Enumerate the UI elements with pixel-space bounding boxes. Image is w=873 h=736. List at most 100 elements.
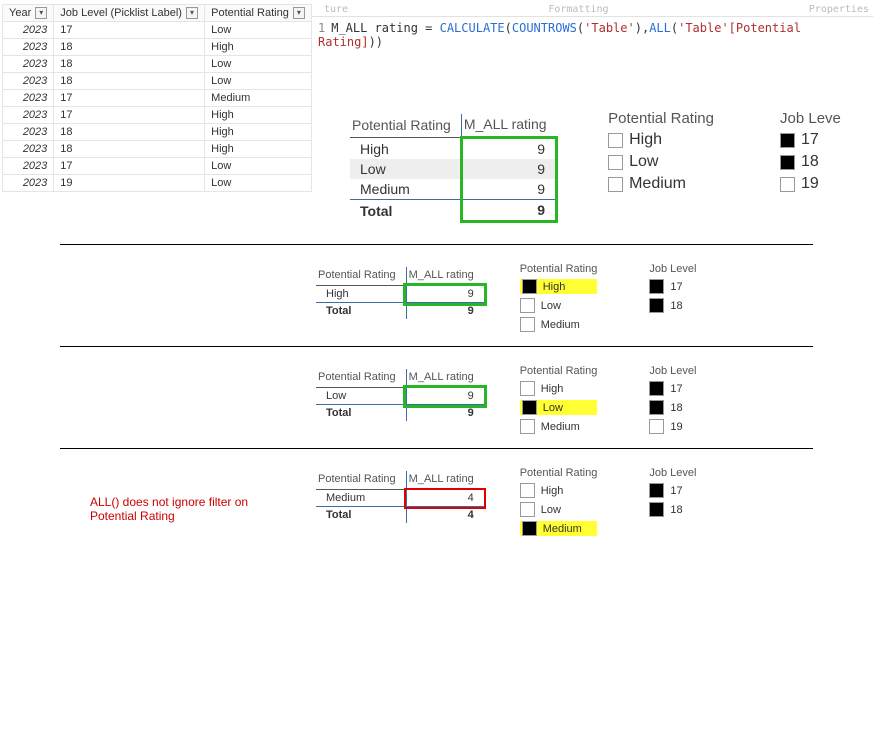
checkbox-icon[interactable] [520,381,535,396]
checkbox-icon[interactable] [649,483,664,498]
slicer-option[interactable]: 17 [649,381,696,396]
dropdown-icon[interactable]: ▾ [35,7,47,19]
table-row[interactable]: 202317Low [3,22,312,39]
checkbox-icon[interactable] [520,502,535,517]
slicer-option[interactable]: High [520,381,598,396]
checkbox-icon[interactable] [522,400,537,415]
dropdown-icon[interactable]: ▾ [186,7,198,19]
matrix-row-value: 9 [461,179,556,200]
slicer-potential-rating-medium[interactable]: Potential Rating HighLowMedium [520,467,598,540]
checkbox-icon[interactable] [520,298,535,313]
cell-year: 2023 [3,22,54,39]
slicer-potential-rating[interactable]: Potential Rating HighLowMedium [608,110,714,197]
slicer-option[interactable]: Low [608,153,714,171]
checkbox-icon[interactable] [649,279,664,294]
slicer-option[interactable]: Low [520,502,598,517]
checkbox-icon[interactable] [520,483,535,498]
checkbox-icon[interactable] [649,502,664,517]
slicer-title: Job Level [649,263,696,275]
table-row[interactable]: 202317High [3,107,312,124]
dropdown-icon[interactable]: ▾ [293,7,305,19]
col-header-year[interactable]: Year▾ [3,5,54,22]
checkbox-icon[interactable] [780,155,795,170]
slicer-option-label: 17 [670,485,682,497]
checkbox-icon[interactable] [780,177,795,192]
slicer-option[interactable]: High [520,279,598,294]
checkbox-icon[interactable] [608,155,623,170]
matrix-total-value: 9 [406,303,484,320]
slicer-option[interactable]: Medium [520,521,598,536]
slicer-option-label: 17 [670,383,682,395]
matrix-header-value: M_ALL rating [461,114,556,138]
slicer-option-label: Low [541,504,561,516]
slicer-option-label: High [541,383,564,395]
slicer-option-label: 19 [670,421,682,433]
slicer-option[interactable]: 17 [649,483,696,498]
col-header-pot[interactable]: Potential Rating▾ [205,5,312,22]
table-row[interactable]: 202318Low [3,73,312,90]
matrix-row-label: High [316,286,406,303]
cell-job: 18 [54,56,205,73]
slicer-job-level-high[interactable]: Job Level 17 18 [649,263,696,317]
table-row[interactable]: 202318High [3,39,312,56]
checkbox-icon[interactable] [649,419,664,434]
slicer-option[interactable]: 18 [649,298,696,313]
cell-pot: High [205,39,312,56]
slicer-option[interactable]: High [520,483,598,498]
checkbox-icon[interactable] [522,521,537,536]
slicer-title: Job Level [649,365,696,377]
slicer-option[interactable]: 18 [649,400,696,415]
formula-lhs: M_ALL rating = [331,21,439,35]
cell-job: 18 [54,73,205,90]
matrix-low: Potential RatingM_ALL rating Low9 Total9 [316,369,484,421]
slicer-option[interactable]: 17 [780,131,841,149]
checkbox-icon[interactable] [608,133,623,148]
annotation-note: ALL() does not ignore filter on Potentia… [90,495,280,523]
matrix-total-label: Total [350,200,461,222]
checkbox-icon[interactable] [522,279,537,294]
cell-job: 17 [54,107,205,124]
checkbox-icon[interactable] [608,177,623,192]
table-row[interactable]: 202318High [3,124,312,141]
slicer-option[interactable]: Low [520,400,598,415]
checkbox-icon[interactable] [649,400,664,415]
slicer-option[interactable]: Low [520,298,598,313]
slicer-potential-rating-high[interactable]: Potential Rating HighLowMedium [520,263,598,336]
checkbox-icon[interactable] [520,419,535,434]
slicer-potential-rating-low[interactable]: Potential Rating High Low Medium [520,365,598,438]
slicer-job-level-medium[interactable]: Job Level 1718 [649,467,696,521]
slicer-option[interactable]: Medium [520,419,598,434]
slicer-option[interactable]: Medium [608,175,714,193]
slicer-option[interactable]: 17 [649,279,696,294]
table-row[interactable]: 202317Medium [3,90,312,107]
matrix-total-value: 4 [406,507,484,524]
matrix-high: Potential RatingM_ALL rating High9 Total… [316,267,484,319]
matrix-row-value: 4 [406,490,484,507]
table-row[interactable]: 202318Low [3,56,312,73]
matrix-total-value: 9 [406,405,484,422]
checkbox-icon[interactable] [520,317,535,332]
slicer-option-label: Low [629,153,658,171]
slicer-title: Potential Rating [520,365,598,377]
slicer-option[interactable]: 19 [780,175,841,193]
slicer-option[interactable]: High [608,131,714,149]
fn-calculate: CALCULATE [440,21,505,35]
checkbox-icon[interactable] [780,133,795,148]
table-row[interactable]: 202319Low [3,175,312,192]
slicer-option[interactable]: Medium [520,317,598,332]
slicer-option[interactable]: 19 [649,419,696,434]
col-header-job[interactable]: Job Level (Picklist Label)▾ [54,5,205,22]
ribbon-hint-structure: ture [324,4,348,15]
formula-bar[interactable]: 1M_ALL rating = CALCULATE(COUNTROWS('Tab… [312,17,873,53]
checkbox-icon[interactable] [649,381,664,396]
cell-year: 2023 [3,124,54,141]
cell-job: 18 [54,39,205,56]
table-row[interactable]: 202318High [3,141,312,158]
slicer-job-level[interactable]: Job Leve 171819 [780,110,841,197]
checkbox-icon[interactable] [649,298,664,313]
table-row[interactable]: 202317Low [3,158,312,175]
matrix-row-label: High [350,138,461,160]
slicer-job-level-low[interactable]: Job Level 17 18 19 [649,365,696,438]
slicer-option[interactable]: 18 [649,502,696,517]
slicer-option[interactable]: 18 [780,153,841,171]
